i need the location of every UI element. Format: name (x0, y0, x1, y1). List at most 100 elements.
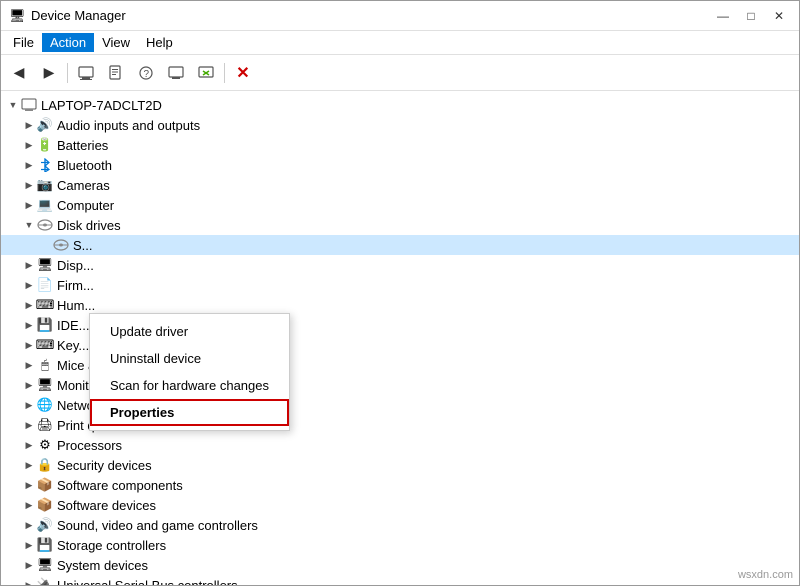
list-item[interactable]: ▶ 🔌 Universal Serial Bus controllers (1, 575, 799, 585)
item-label: Software devices (57, 498, 156, 513)
root-label: LAPTOP-7ADCLT2D (41, 98, 162, 113)
item-label: Key... (57, 338, 89, 353)
expand-icon: ▶ (21, 377, 37, 393)
list-item[interactable]: ▶ 🔊 Audio inputs and outputs (1, 115, 799, 135)
content-area[interactable]: ▼ LAPTOP-7ADCLT2D ▶ 🔊 Audio inputs and o… (1, 91, 799, 585)
item-label: Bluetooth (57, 158, 112, 173)
item-label: Firm... (57, 278, 94, 293)
context-update-driver[interactable]: Update driver (90, 318, 289, 345)
list-item[interactable]: ▶ Bluetooth (1, 155, 799, 175)
item-icon: 🖥 (37, 257, 53, 273)
item-icon: 📦 (37, 477, 53, 493)
item-label: Software components (57, 478, 183, 493)
toolbar-sep-1 (67, 63, 68, 83)
expand-icon: ▶ (21, 257, 37, 273)
context-uninstall-device[interactable]: Uninstall device (90, 345, 289, 372)
item-label: Computer (57, 198, 114, 213)
device-manager-window: 🖥 Device Manager — □ ✕ File Action View … (0, 0, 800, 586)
expand-icon: ▶ (21, 557, 37, 573)
watermark: wsxdn.com (738, 569, 793, 581)
item-label: Hum... (57, 298, 95, 313)
tree-root[interactable]: ▼ LAPTOP-7ADCLT2D (1, 95, 799, 115)
title-bar: 🖥 Device Manager — □ ✕ (1, 1, 799, 31)
item-icon: 💾 (37, 537, 53, 553)
expand-icon: ▶ (21, 277, 37, 293)
item-label: Disk drives (57, 218, 121, 233)
expand-icon: ▶ (21, 437, 37, 453)
item-icon: 💻 (37, 197, 53, 213)
expand-icon: ▶ (21, 137, 37, 153)
toolbar-btn-1[interactable] (72, 59, 100, 87)
minimize-button[interactable]: — (711, 6, 735, 26)
expand-icon: ▶ (21, 497, 37, 513)
list-item[interactable]: ▶ 💻 Computer (1, 195, 799, 215)
expand-icon: ▶ (21, 297, 37, 313)
menu-help[interactable]: Help (138, 33, 181, 52)
expand-icon: ▶ (21, 397, 37, 413)
expand-icon: ▶ (21, 117, 37, 133)
expand-icon: ▶ (21, 337, 37, 353)
menu-bar: File Action View Help (1, 31, 799, 55)
expand-icon: ▶ (21, 417, 37, 433)
expand-icon: ▶ (21, 177, 37, 193)
menu-file[interactable]: File (5, 33, 42, 52)
toolbar-sep-2 (224, 63, 225, 83)
context-scan-hardware[interactable]: Scan for hardware changes (90, 372, 289, 399)
expand-icon: ▶ (21, 157, 37, 173)
root-arrow: ▼ (5, 97, 21, 113)
item-icon: 🌐 (37, 397, 53, 413)
delete-button[interactable]: ✕ (229, 59, 257, 87)
expand-icon: ▶ (21, 517, 37, 533)
list-item[interactable]: ▶ ⚙ Processors (1, 435, 799, 455)
list-item[interactable]: ▶ 📄 Firm... (1, 275, 799, 295)
list-item[interactable]: ▶ 🖥 Disp... (1, 255, 799, 275)
item-icon: 📄 (37, 277, 53, 293)
item-icon: 🔒 (37, 457, 53, 473)
item-icon: 🔌 (37, 577, 53, 585)
title-bar-text: Device Manager (31, 8, 126, 23)
item-label: Cameras (57, 178, 110, 193)
expand-icon: ▶ (21, 197, 37, 213)
expand-icon: ▶ (21, 357, 37, 373)
list-item[interactable]: ▶ 🔊 Sound, video and game controllers (1, 515, 799, 535)
item-icon: 🔊 (37, 517, 53, 533)
context-properties[interactable]: Properties (90, 399, 289, 426)
bluetooth-icon (37, 157, 53, 173)
close-button[interactable]: ✕ (767, 6, 791, 26)
item-icon: ⌨ (37, 297, 53, 313)
item-label: Processors (57, 438, 122, 453)
item-label: IDE... (57, 318, 90, 333)
expand-icon: ▶ (21, 577, 37, 585)
menu-view[interactable]: View (94, 33, 138, 52)
toolbar-btn-4[interactable] (192, 59, 220, 87)
list-item[interactable]: ▶ 📷 Cameras (1, 175, 799, 195)
item-icon: 🖥 (37, 377, 53, 393)
expand-icon: ▶ (21, 457, 37, 473)
list-item[interactable]: ▶ 🔋 Batteries (1, 135, 799, 155)
item-label: Security devices (57, 458, 152, 473)
list-item[interactable]: ▶ 🔒 Security devices (1, 455, 799, 475)
list-item[interactable]: ▶ ⌨ Hum... (1, 295, 799, 315)
item-icon: 🖨 (37, 417, 53, 433)
item-icon (53, 237, 69, 253)
toolbar-btn-3[interactable] (162, 59, 190, 87)
list-item[interactable]: ▶ 📦 Software devices (1, 495, 799, 515)
list-item[interactable]: ▶ 📦 Software components (1, 475, 799, 495)
toolbar-btn-help[interactable]: ? (132, 59, 160, 87)
menu-action[interactable]: Action (42, 33, 94, 52)
item-label: Disp... (57, 258, 94, 273)
maximize-button[interactable]: □ (739, 6, 763, 26)
context-menu: Update driver Uninstall device Scan for … (89, 313, 290, 431)
expand-icon: ▶ (21, 477, 37, 493)
forward-button[interactable]: ▶ (35, 59, 63, 87)
item-label: Batteries (57, 138, 108, 153)
list-item[interactable]: ▶ 💾 Storage controllers (1, 535, 799, 555)
toolbar-btn-2[interactable] (102, 59, 130, 87)
list-item[interactable]: ▼ Disk drives (1, 215, 799, 235)
expand-icon (37, 237, 53, 253)
tree-disk-item[interactable]: S... (1, 235, 799, 255)
expand-icon: ▶ (21, 537, 37, 553)
list-item[interactable]: ▶ 🖥 System devices (1, 555, 799, 575)
toolbar: ◀ ▶ ? (1, 55, 799, 91)
back-button[interactable]: ◀ (5, 59, 33, 87)
